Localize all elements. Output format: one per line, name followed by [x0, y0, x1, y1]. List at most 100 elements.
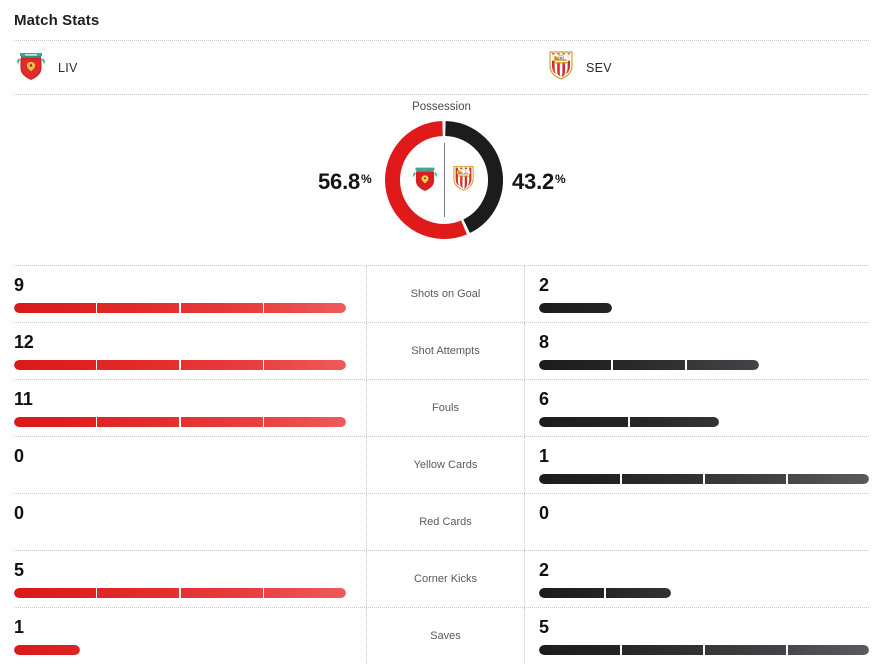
stat-home-cell: 1	[14, 608, 366, 664]
stat-row: 1 Saves 5	[14, 608, 869, 664]
teams-row: LIV SEV	[0, 41, 883, 94]
stat-bar-segment	[264, 588, 346, 598]
stat-home-value: 0	[14, 503, 24, 523]
team-home-abbr: LIV	[58, 60, 78, 75]
stat-bar-segment	[97, 588, 180, 598]
stat-bar-segment	[787, 474, 869, 484]
stat-label: Shot Attempts	[366, 323, 525, 379]
stat-row: 0 Red Cards 0	[14, 494, 869, 551]
stat-home-cell: 5	[14, 551, 366, 607]
stat-away-value: 0	[539, 503, 549, 523]
stat-home-cell: 12	[14, 323, 366, 379]
stat-bar-segment	[264, 303, 346, 313]
stat-bar-segment	[629, 417, 719, 427]
stat-bar-away	[539, 645, 869, 655]
stat-bar-segment	[180, 588, 263, 598]
stat-away-value: 1	[539, 446, 549, 466]
team-home[interactable]: LIV	[16, 41, 78, 94]
possession-section: Possession 56.8% 43.2%	[0, 95, 883, 265]
stat-label: Red Cards	[366, 494, 525, 550]
stat-home-value: 11	[14, 389, 33, 409]
stat-row: 5 Corner Kicks 2	[14, 551, 869, 608]
possession-away-percent: 43.2%	[512, 169, 566, 195]
stat-bar-segment	[97, 417, 180, 427]
possession-home-percent: 56.8%	[318, 169, 372, 195]
stat-away-value: 8	[539, 332, 549, 352]
stat-away-value: 5	[539, 617, 549, 637]
stat-bar-segment	[539, 588, 605, 598]
stat-bar-segment	[539, 474, 621, 484]
stat-bar-track-home	[14, 531, 346, 541]
stats-table: 9 Shots on Goal 2 12 Shot Attempts 8 11 Fouls 6 0…	[14, 265, 869, 664]
stat-bar-away	[539, 588, 671, 598]
stat-label: Corner Kicks	[366, 551, 525, 607]
stat-bar-segment	[264, 417, 346, 427]
possession-away-value: 43.2	[512, 169, 555, 194]
stat-bar-track-away	[539, 645, 869, 655]
stat-bar-track-home	[14, 303, 346, 313]
stat-bar-segment	[621, 474, 704, 484]
stat-away-cell: 2	[525, 551, 869, 607]
stat-home-cell: 0	[14, 494, 366, 550]
stat-home-value: 9	[14, 275, 24, 295]
sevilla-crest-icon-small	[452, 164, 475, 197]
stat-bar-home	[14, 303, 346, 313]
donut-inner-logos	[385, 121, 503, 239]
stat-bar-home	[14, 417, 346, 427]
sevilla-crest-icon	[548, 49, 574, 86]
stat-bar-segment	[704, 474, 787, 484]
stat-label: Shots on Goal	[366, 266, 525, 322]
stat-home-cell: 9	[14, 266, 366, 322]
stat-home-value: 12	[14, 332, 34, 352]
stat-bar-track-home	[14, 588, 346, 598]
stat-home-cell: 11	[14, 380, 366, 436]
stat-away-cell: 6	[525, 380, 869, 436]
stat-away-cell: 1	[525, 437, 869, 493]
team-away[interactable]: SEV	[548, 41, 612, 94]
stat-label: Yellow Cards	[366, 437, 525, 493]
stat-bar-segment	[264, 360, 346, 370]
stat-bar-track-away	[539, 303, 869, 313]
stat-bar-segment	[539, 645, 621, 655]
stat-bar-track-home	[14, 645, 346, 655]
stat-away-cell: 5	[525, 608, 869, 664]
stat-away-value: 6	[539, 389, 549, 409]
stat-bar-segment	[605, 588, 671, 598]
stat-away-value: 2	[539, 560, 549, 580]
stat-home-value: 0	[14, 446, 24, 466]
stat-bar-track-away	[539, 474, 869, 484]
stat-bar-away	[539, 360, 759, 370]
stat-bar-segment	[97, 360, 180, 370]
stat-bar-track-away	[539, 417, 869, 427]
stat-bar-away	[539, 303, 613, 313]
possession-title: Possession	[412, 101, 471, 113]
stat-bar-segment	[621, 645, 704, 655]
donut-away-crest-slot	[445, 164, 483, 197]
stat-bar-segment	[787, 645, 869, 655]
donut-home-crest-slot	[406, 164, 444, 197]
stat-bar-segment	[14, 417, 96, 427]
stat-bar-segment	[14, 360, 96, 370]
liverpool-crest-icon-small	[412, 164, 438, 197]
stat-bar-segment	[539, 417, 629, 427]
stat-bar-segment	[180, 417, 263, 427]
stat-bar-segment	[180, 360, 263, 370]
stat-bar-track-away	[539, 360, 869, 370]
page-header: Match Stats	[0, 0, 883, 40]
stat-bar-track-away	[539, 588, 869, 598]
stat-row: 11 Fouls 6	[14, 380, 869, 437]
stat-home-cell: 0	[14, 437, 366, 493]
liverpool-crest-icon	[16, 49, 46, 86]
stat-bar-segment	[686, 360, 759, 370]
page-title: Match Stats	[14, 11, 100, 29]
stat-away-cell: 2	[525, 266, 869, 322]
stat-bar-segment	[539, 360, 612, 370]
stat-away-cell: 0	[525, 494, 869, 550]
stat-bar-segment	[180, 303, 263, 313]
stat-row: 0 Yellow Cards 1	[14, 437, 869, 494]
stat-bar-segment	[704, 645, 787, 655]
percent-symbol-away: %	[555, 172, 566, 186]
stat-home-value: 5	[14, 560, 24, 580]
team-away-abbr: SEV	[586, 60, 612, 75]
stat-row: 12 Shot Attempts 8	[14, 323, 869, 380]
